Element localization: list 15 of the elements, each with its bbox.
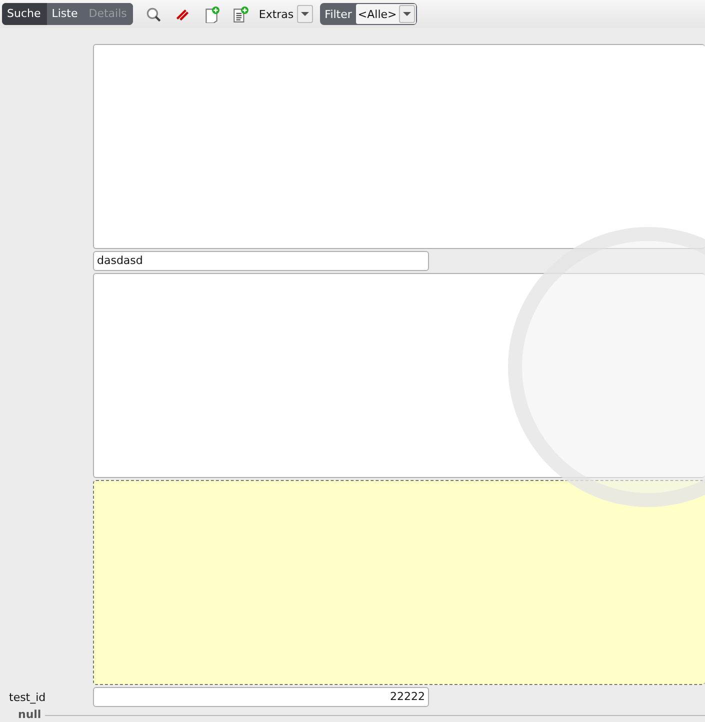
caret-icon <box>300 12 309 16</box>
filter-select[interactable]: <Alle> <box>356 4 416 24</box>
filter-label: Filter <box>324 8 352 20</box>
new-document-icon[interactable] <box>202 6 220 22</box>
new-list-document-icon[interactable] <box>232 6 249 22</box>
magnifier-icon[interactable] <box>144 6 162 22</box>
breadcrumb-tab[interactable]: Suche <box>2 3 47 25</box>
extras-label[interactable]: Extras <box>258 8 294 20</box>
group-legend: null <box>18 709 42 721</box>
text-field[interactable]: dasdasd <box>93 251 429 271</box>
caret-icon <box>402 12 411 16</box>
breadcrumb-tab[interactable]: Liste <box>46 3 84 25</box>
field-label: test_id <box>9 690 46 704</box>
number-field[interactable]: 22222 <box>93 687 429 707</box>
dropdown-button[interactable] <box>296 5 313 23</box>
